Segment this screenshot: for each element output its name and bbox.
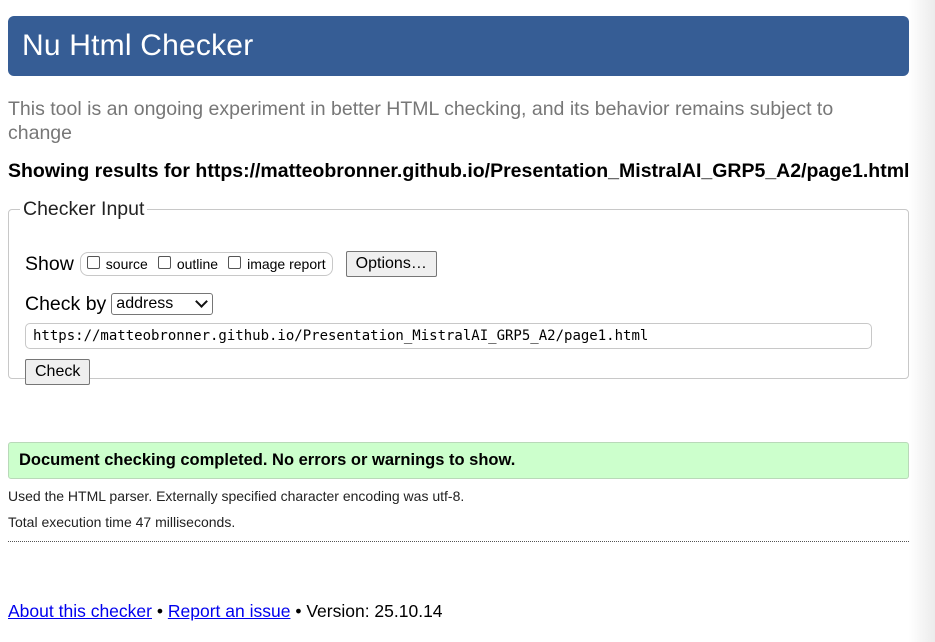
page-title: Nu Html Checker [22,29,254,62]
show-image-report-option[interactable]: image report [228,255,326,272]
show-options-group: source outline image report [79,252,333,276]
header-bar: Nu Html Checker [8,16,909,76]
outline-checkbox-label: outline [176,256,219,272]
success-message: Document checking completed. No errors o… [19,451,516,469]
outline-checkbox[interactable] [157,255,171,269]
check-by-label: Check by [25,292,107,315]
footer-separator-1: • [156,601,163,621]
url-input[interactable]: https://matteobronner.github.io/Presenta… [25,323,872,349]
checker-input-legend: Checker Input [23,198,145,220]
success-message-box: Document checking completed. No errors o… [8,442,909,479]
footer: About this checker • Report an issue • V… [8,601,443,622]
show-row: Show source outline image report Options… [25,250,437,278]
image-report-checkbox[interactable] [228,255,242,269]
checker-input-fieldset: Checker Input Show source outline image … [8,198,909,385]
source-checkbox[interactable] [86,255,100,269]
show-source-option[interactable]: source [86,255,148,272]
check-button[interactable]: Check [25,359,91,385]
about-checker-link[interactable]: About this checker [8,601,152,621]
source-checkbox-label: source [105,256,148,272]
intro-text: This tool is an ongoing experiment in be… [8,98,834,144]
check-by-selected-value: address [116,295,174,312]
report-issue-link[interactable]: Report an issue [168,601,291,621]
options-button[interactable]: Options… [345,251,437,277]
divider [8,541,909,542]
scrollbar-shadow [909,0,935,642]
parser-info: Used the HTML parser. Externally specifi… [8,488,465,504]
version-text: Version: 25.10.14 [306,601,443,621]
chevron-down-icon [195,295,209,308]
check-by-select[interactable]: address [111,293,214,315]
footer-separator-2: • [295,601,302,621]
check-by-row: Check by address [25,292,214,316]
page: Nu Html Checker This tool is an ongoing … [0,0,935,642]
results-heading: Showing results for https://matteobronne… [8,160,910,182]
show-outline-option[interactable]: outline [157,255,219,272]
execution-time: Total execution time 47 milliseconds. [8,514,236,530]
image-report-checkbox-label: image report [247,256,326,272]
show-label: Show [25,252,74,275]
